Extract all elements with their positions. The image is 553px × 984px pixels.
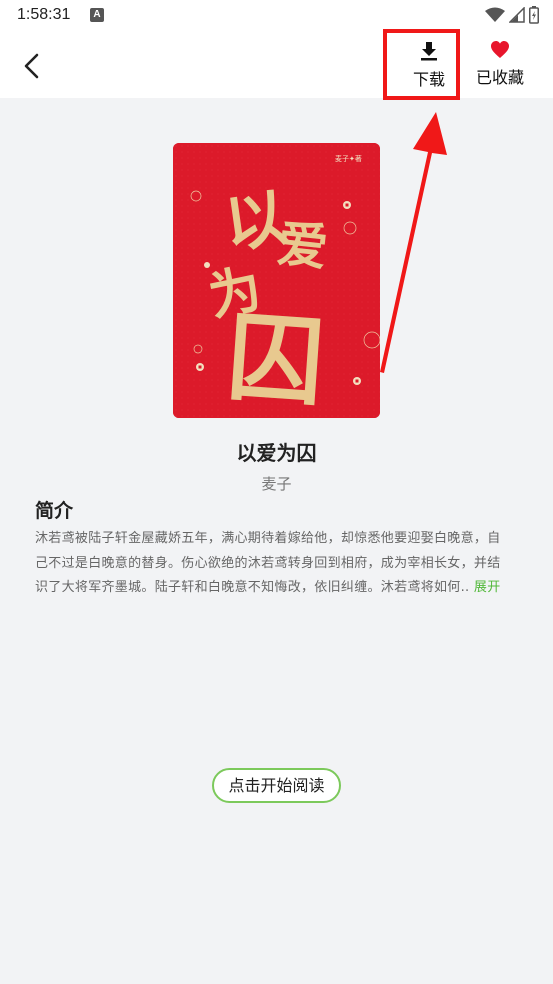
- annotation-arrow: [380, 112, 447, 373]
